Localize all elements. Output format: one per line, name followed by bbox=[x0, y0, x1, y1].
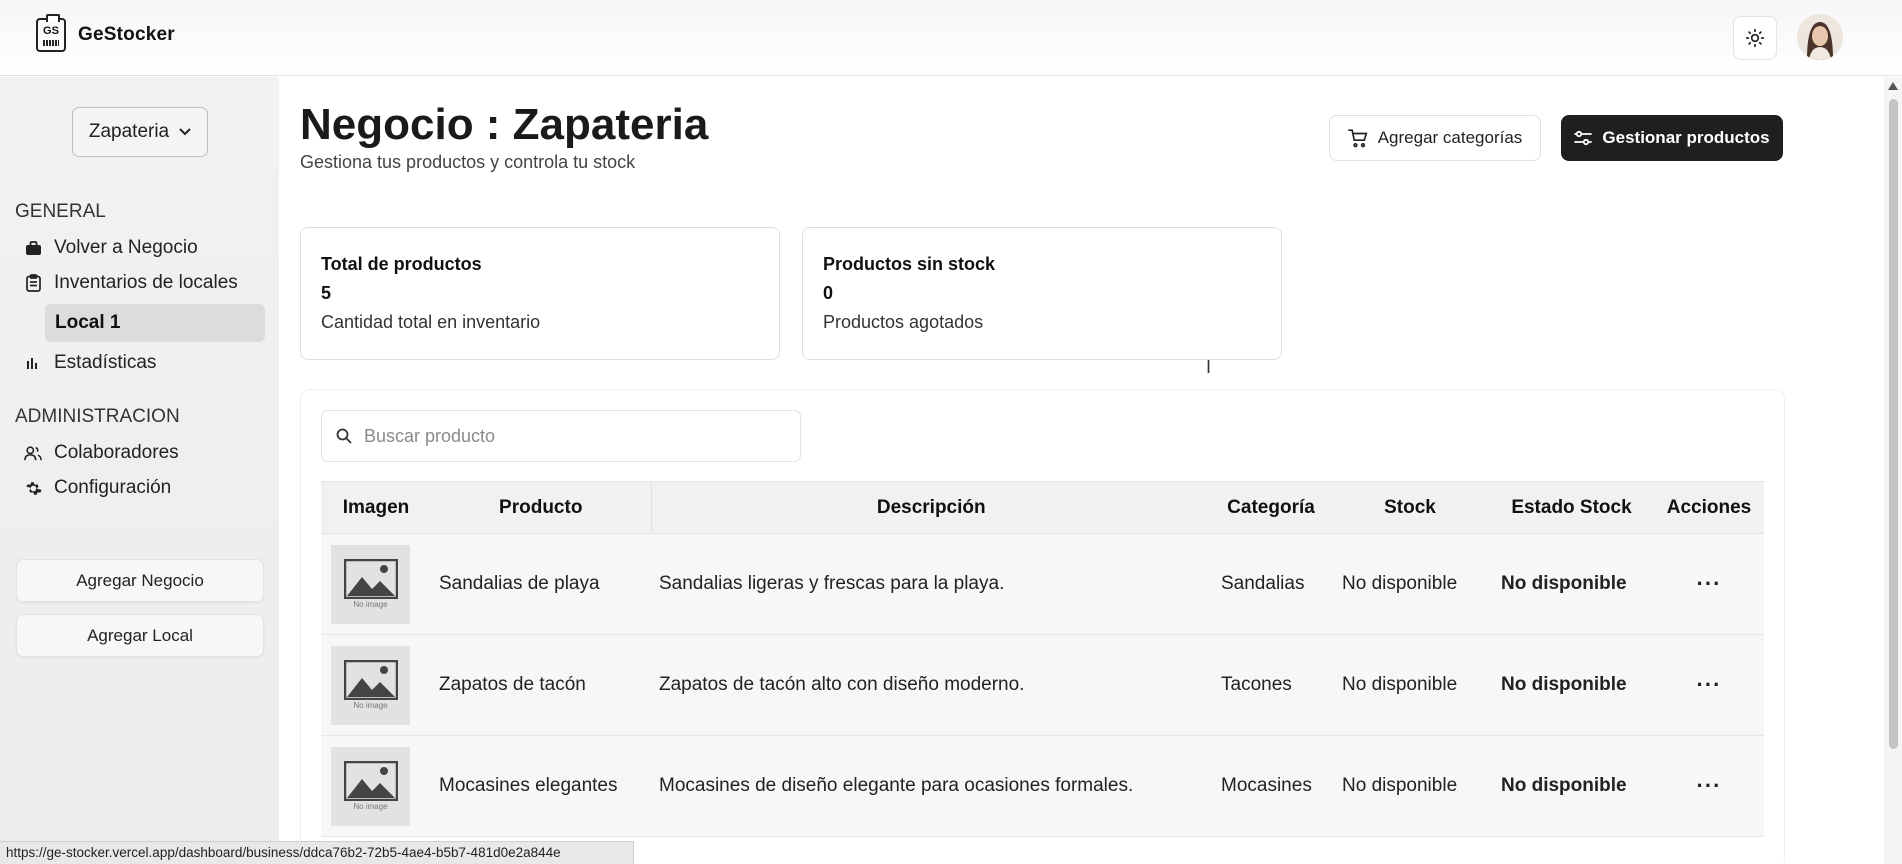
table-row[interactable]: No image Zapatos de tacón Zapatos de tac… bbox=[321, 634, 1764, 736]
cell-descripcion: Sandalias ligeras y frescas para la play… bbox=[651, 533, 1211, 635]
users-icon bbox=[24, 444, 42, 462]
card-description: Productos agotados bbox=[823, 312, 984, 332]
cart-icon bbox=[1347, 128, 1368, 147]
manage-products-label: Gestionar productos bbox=[1602, 128, 1770, 147]
clipboard-icon bbox=[24, 274, 42, 292]
section-title-administracion: ADMINISTRACION bbox=[15, 406, 180, 427]
column-header-imagen[interactable]: Imagen bbox=[321, 481, 431, 534]
cell-estado-stock: No disponible bbox=[1489, 533, 1654, 635]
brand[interactable]: GS GeStocker bbox=[36, 14, 175, 52]
sidebar-item-label: Configuración bbox=[54, 477, 172, 498]
image-icon bbox=[343, 761, 398, 801]
page-scrollbar[interactable] bbox=[1884, 77, 1902, 864]
cell-estado-stock: No disponible bbox=[1489, 735, 1654, 837]
user-avatar-icon bbox=[1797, 14, 1843, 60]
logo-text: GS bbox=[43, 25, 59, 37]
sidebar-item-label: Inventarios de locales bbox=[54, 272, 238, 293]
column-header-producto[interactable]: Producto bbox=[431, 481, 651, 534]
business-select[interactable]: Zapateria bbox=[72, 107, 208, 157]
cell-categoria: Sandalias bbox=[1211, 533, 1331, 635]
column-header-categoria[interactable]: Categoría bbox=[1211, 481, 1331, 534]
text-cursor-icon: I bbox=[1206, 357, 1212, 377]
sidebar-item-inventarios[interactable]: Inventarios de locales bbox=[24, 266, 238, 300]
search-placeholder: Buscar producto bbox=[364, 425, 496, 446]
product-image-placeholder: No image bbox=[331, 544, 410, 624]
search-input[interactable]: Buscar producto bbox=[321, 410, 801, 462]
total-products-card: Total de productos 5 Cantidad total en i… bbox=[300, 227, 780, 360]
scrollbar-thumb[interactable] bbox=[1889, 99, 1898, 749]
link-status-bar: https://ge-stocker.vercel.app/dashboard/… bbox=[0, 841, 634, 864]
table-row[interactable]: No image Sandalias de playa Sandalias li… bbox=[321, 533, 1764, 635]
manage-products-button[interactable]: Gestionar productos bbox=[1561, 115, 1783, 161]
table-header-row: Imagen Producto Descripción Categoría St… bbox=[321, 481, 1764, 534]
scroll-up-arrow-icon[interactable] bbox=[1888, 82, 1898, 90]
main-content: Negocio : Zapateria Gestiona tus product… bbox=[280, 77, 1880, 864]
cell-producto: Sandalias de playa bbox=[431, 533, 651, 635]
brand-logo-icon: GS bbox=[36, 14, 66, 52]
card-value: 5 bbox=[321, 283, 332, 303]
gear-icon bbox=[24, 479, 42, 497]
card-description: Cantidad total en inventario bbox=[321, 312, 541, 332]
sidebar-item-label: Volver a Negocio bbox=[54, 237, 198, 258]
briefcase-icon bbox=[24, 239, 42, 257]
sidebar: Zapateria GENERAL Volver a Negocio Inven… bbox=[0, 77, 279, 864]
avatar[interactable] bbox=[1797, 14, 1843, 60]
sidebar-item-configuracion[interactable]: Configuración bbox=[24, 471, 171, 505]
sidebar-item-local-1[interactable]: Local 1 bbox=[45, 304, 265, 342]
chevron-down-icon bbox=[179, 128, 191, 136]
column-header-acciones[interactable]: Acciones bbox=[1654, 481, 1764, 534]
cell-categoria: Tacones bbox=[1211, 634, 1331, 736]
business-select-value: Zapateria bbox=[88, 121, 170, 142]
add-local-button[interactable]: Agregar Local bbox=[16, 614, 264, 657]
image-placeholder-text: No image bbox=[353, 802, 388, 811]
cell-stock: No disponible bbox=[1331, 533, 1489, 635]
row-actions-button[interactable]: ··· bbox=[1654, 533, 1764, 635]
cell-descripcion: Zapatos de tacón alto con diseño moderno… bbox=[651, 634, 1211, 736]
sidebar-item-colaboradores[interactable]: Colaboradores bbox=[24, 436, 179, 470]
product-image-placeholder: No image bbox=[331, 746, 410, 826]
sliders-icon bbox=[1574, 130, 1593, 146]
page-title: Negocio : Zapateria bbox=[300, 100, 709, 149]
page-subtitle: Gestiona tus productos y controla tu sto… bbox=[300, 152, 636, 172]
products-panel: Buscar producto Imagen Producto Descripc… bbox=[300, 389, 1785, 864]
column-header-estado-stock[interactable]: Estado Stock bbox=[1489, 481, 1654, 534]
theme-toggle-button[interactable] bbox=[1733, 16, 1777, 60]
section-title-general: GENERAL bbox=[15, 201, 106, 222]
image-placeholder-text: No image bbox=[353, 701, 388, 710]
sidebar-item-volver-negocio[interactable]: Volver a Negocio bbox=[24, 231, 198, 265]
column-header-stock[interactable]: Stock bbox=[1331, 481, 1489, 534]
card-title: Total de productos bbox=[321, 254, 482, 274]
row-actions-button[interactable]: ··· bbox=[1654, 735, 1764, 837]
cell-stock: No disponible bbox=[1331, 634, 1489, 736]
image-icon bbox=[343, 660, 398, 700]
sidebar-item-estadisticas[interactable]: Estadísticas bbox=[24, 346, 156, 380]
sidebar-item-label: Estadísticas bbox=[54, 352, 157, 373]
add-business-button[interactable]: Agregar Negocio bbox=[16, 559, 264, 602]
product-image-placeholder: No image bbox=[331, 645, 410, 725]
out-of-stock-card: Productos sin stock 0 Productos agotados bbox=[802, 227, 1282, 360]
add-categories-button[interactable]: Agregar categorías bbox=[1329, 115, 1541, 161]
top-header: GS GeStocker bbox=[0, 0, 1902, 76]
brand-name: GeStocker bbox=[78, 24, 175, 45]
sidebar-item-label: Colaboradores bbox=[54, 442, 179, 463]
table-row[interactable]: No image Mocasines elegantes Mocasines d… bbox=[321, 735, 1764, 837]
bar-chart-icon bbox=[24, 354, 42, 372]
add-categories-label: Agregar categorías bbox=[1377, 128, 1523, 147]
cell-descripcion: Mocasines de diseño elegante para ocasio… bbox=[651, 735, 1211, 837]
sidebar-item-label: Local 1 bbox=[55, 312, 121, 333]
cell-categoria: Mocasines bbox=[1211, 735, 1331, 837]
card-title: Productos sin stock bbox=[823, 254, 996, 274]
cell-producto: Mocasines elegantes bbox=[431, 735, 651, 837]
cell-stock: No disponible bbox=[1331, 735, 1489, 837]
cell-estado-stock: No disponible bbox=[1489, 634, 1654, 736]
cell-producto: Zapatos de tacón bbox=[431, 634, 651, 736]
image-placeholder-text: No image bbox=[353, 600, 388, 609]
row-actions-button[interactable]: ··· bbox=[1654, 634, 1764, 736]
search-icon bbox=[336, 428, 352, 444]
column-header-descripcion[interactable]: Descripción bbox=[650, 481, 1211, 534]
products-table: Imagen Producto Descripción Categoría St… bbox=[321, 481, 1764, 837]
sun-icon bbox=[1745, 28, 1765, 48]
image-icon bbox=[343, 559, 398, 599]
card-value: 0 bbox=[823, 283, 834, 303]
